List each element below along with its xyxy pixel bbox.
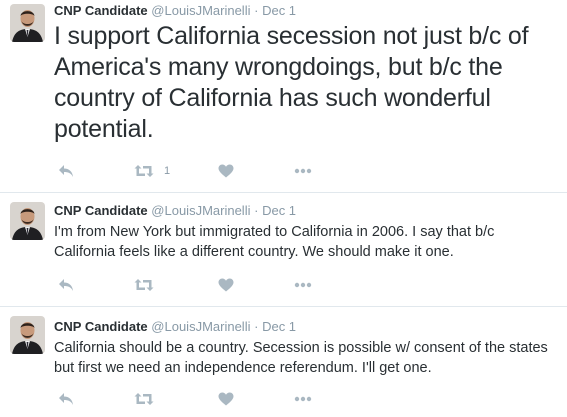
avatar[interactable]: [10, 202, 45, 240]
more-icon: [294, 396, 312, 402]
retweet-icon: [134, 165, 154, 177]
retweet-button[interactable]: [134, 276, 164, 294]
like-icon: [218, 278, 234, 292]
like-button[interactable]: [218, 162, 234, 180]
author-name[interactable]: CNP Candidate: [54, 203, 148, 218]
tweet-header: CNP Candidate @LouisJMarinelli · Dec 1: [54, 319, 296, 335]
tweet-text: California should be a country. Secessio…: [54, 340, 548, 376]
more-icon: [294, 168, 312, 174]
tweet-date[interactable]: Dec 1: [262, 203, 296, 218]
tweet-date[interactable]: Dec 1: [262, 3, 296, 18]
author-name[interactable]: CNP Candidate: [54, 319, 148, 334]
more-icon: [294, 282, 312, 288]
like-button[interactable]: [218, 390, 234, 408]
retweet-icon: [134, 279, 154, 291]
tweet[interactable]: CNP Candidate @LouisJMarinelli · Dec 1 I…: [0, 0, 567, 192]
author-handle[interactable]: @LouisJMarinelli: [151, 3, 250, 18]
reply-button[interactable]: [58, 276, 74, 294]
tweet-header: CNP Candidate @LouisJMarinelli · Dec 1: [54, 3, 296, 19]
tweet-text: I'm from New York but immigrated to Cali…: [54, 224, 495, 260]
tweet-header: CNP Candidate @LouisJMarinelli · Dec 1: [54, 203, 296, 219]
separator: ·: [254, 3, 259, 18]
separator: ·: [254, 203, 259, 218]
reply-button[interactable]: [58, 162, 74, 180]
retweet-count: 1: [164, 165, 171, 177]
retweet-icon: [134, 393, 154, 405]
retweet-button[interactable]: [134, 390, 164, 408]
tweet-text: I support California secession not just …: [54, 22, 529, 143]
more-button[interactable]: [294, 390, 312, 408]
like-button[interactable]: [218, 276, 234, 294]
retweet-button[interactable]: 1: [134, 162, 170, 180]
author-handle[interactable]: @LouisJMarinelli: [151, 203, 250, 218]
reply-icon: [59, 393, 73, 405]
tweet[interactable]: CNP Candidate @LouisJMarinelli · Dec 1 I…: [0, 192, 567, 306]
avatar[interactable]: [10, 316, 45, 354]
author-name[interactable]: CNP Candidate: [54, 3, 148, 18]
tweet[interactable]: CNP Candidate @LouisJMarinelli · Dec 1 C…: [0, 306, 567, 417]
tweet-actions: [54, 276, 354, 294]
avatar[interactable]: [10, 4, 45, 42]
tweet-actions: [54, 390, 354, 408]
like-icon: [218, 164, 234, 178]
more-button[interactable]: [294, 162, 312, 180]
tweet-date[interactable]: Dec 1: [262, 319, 296, 334]
tweet-actions: 1: [54, 162, 354, 180]
like-icon: [218, 392, 234, 406]
author-handle[interactable]: @LouisJMarinelli: [151, 319, 250, 334]
separator: ·: [254, 319, 259, 334]
reply-icon: [59, 279, 73, 291]
more-button[interactable]: [294, 276, 312, 294]
reply-button[interactable]: [58, 390, 74, 408]
reply-icon: [59, 165, 73, 177]
